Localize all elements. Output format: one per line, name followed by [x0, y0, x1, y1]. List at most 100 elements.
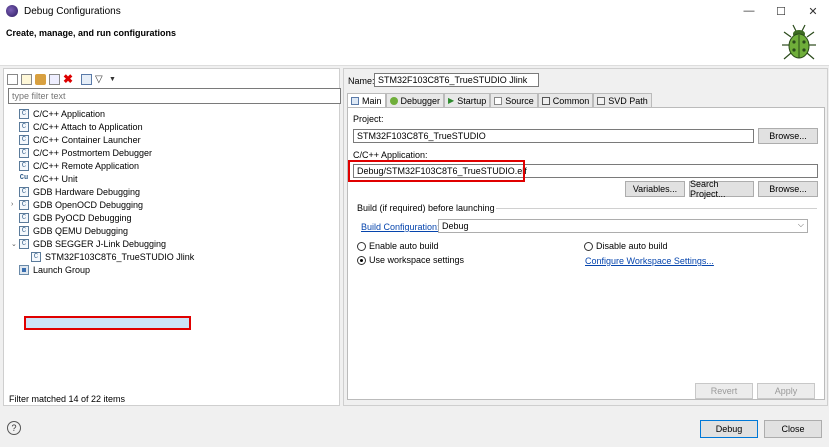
bug-icon: [389, 96, 398, 105]
chevron-right-icon[interactable]: ›: [11, 201, 19, 208]
radio-label: Disable auto build: [596, 241, 668, 251]
launch-group-icon: [19, 264, 29, 275]
tree-item-label: GDB OpenOCD Debugging: [33, 199, 144, 210]
tree-item-remote-application[interactable]: C C/C++ Remote Application: [19, 159, 139, 172]
filter-status-text: Filter matched 14 of 22 items: [9, 394, 126, 404]
name-label: Name:: [348, 76, 375, 86]
tab-source[interactable]: Source: [490, 93, 538, 107]
svd-icon: [597, 96, 606, 105]
disable-auto-build-radio[interactable]: Disable auto build: [584, 241, 668, 251]
browse-application-button[interactable]: Browse...: [758, 181, 818, 197]
tab-debugger[interactable]: Debugger: [385, 93, 445, 107]
tree-item-label: GDB SEGGER J-Link Debugging: [33, 238, 167, 249]
search-project-button[interactable]: Search Project...: [689, 179, 754, 199]
tree-item-postmortem-debugger[interactable]: C C/C++ Postmortem Debugger: [19, 146, 152, 159]
debug-button[interactable]: Debug: [700, 420, 758, 438]
config-tabs: Main Debugger ▶ Startup Source Common SV…: [347, 93, 652, 107]
tab-main[interactable]: Main: [347, 93, 386, 107]
close-button[interactable]: Close: [764, 420, 822, 438]
source-icon: [494, 96, 503, 105]
filter-input[interactable]: [8, 88, 341, 104]
project-label: Project:: [353, 114, 384, 124]
configuration-editor-panel: Name: STM32F103C8T6_TrueSTUDIO Jlink Mai…: [343, 68, 828, 406]
dialog-header: Create, manage, and run configurations: [0, 22, 829, 66]
common-icon: [541, 96, 550, 105]
tree-item-gdb-qemu-debugging[interactable]: C GDB QEMU Debugging: [19, 224, 128, 237]
maximize-button[interactable]: ☐: [765, 0, 797, 22]
use-workspace-settings-radio[interactable]: Use workspace settings: [357, 255, 464, 265]
radio-button-off: [584, 241, 593, 251]
c-icon: C: [19, 160, 29, 171]
chevron-down-icon[interactable]: ⌄: [11, 240, 19, 248]
header-title: Create, manage, and run configurations: [6, 28, 177, 38]
revert-button[interactable]: Revert: [695, 383, 753, 399]
name-field[interactable]: STM32F103C8T6_TrueSTUDIO Jlink: [374, 73, 539, 87]
tree-item-label: GDB PyOCD Debugging: [33, 212, 132, 223]
radio-button-on: [357, 255, 366, 265]
tree-item-launch-group[interactable]: Launch Group: [19, 263, 90, 276]
debug-bug-icon: [782, 24, 816, 60]
tree-item-gdb-openocd-debugging[interactable]: › C GDB OpenOCD Debugging: [11, 198, 143, 211]
project-field[interactable]: STM32F103C8T6_TrueSTUDIO: [353, 129, 754, 143]
tab-label: Source: [505, 95, 534, 106]
tree-item-gdb-hardware-debugging[interactable]: C GDB Hardware Debugging: [19, 185, 140, 198]
tree-item-c-application[interactable]: C C/C++ Application: [19, 107, 105, 120]
tree-item-c-unit[interactable]: Cu C/C++ Unit: [19, 172, 78, 185]
tree-item-label: C/C++ Remote Application: [33, 160, 140, 171]
tab-startup[interactable]: ▶ Startup: [444, 93, 491, 107]
tab-label: Common: [552, 95, 590, 106]
c-icon: C: [19, 212, 29, 223]
new-configuration-icon[interactable]: [7, 73, 18, 85]
tree-item-stm32-jlink-config[interactable]: C STM32F103C8T6_TrueSTUDIO Jlink: [31, 250, 194, 263]
chevron-down-icon: ⌵: [797, 220, 804, 229]
main-tab-content: Project: STM32F103C8T6_TrueSTUDIO Browse…: [347, 107, 825, 400]
tree-item-gdb-pyocd-debugging[interactable]: C GDB PyOCD Debugging: [19, 211, 132, 224]
tab-svd-path[interactable]: SVD Path: [593, 93, 652, 107]
variables-button[interactable]: Variables...: [625, 181, 685, 197]
build-configuration-link[interactable]: Build Configuration:: [361, 222, 440, 232]
cu-icon: Cu: [19, 173, 29, 182]
c-icon: C: [19, 134, 29, 145]
collapse-all-icon[interactable]: [81, 73, 92, 85]
close-window-button[interactable]: ✕: [797, 0, 829, 22]
export-icon[interactable]: [35, 73, 46, 85]
build-configuration-select[interactable]: Debug ⌵: [438, 219, 808, 233]
help-icon[interactable]: ?: [7, 421, 21, 435]
enable-auto-build-radio[interactable]: Enable auto build: [357, 241, 439, 251]
application-highlight-box: [348, 160, 525, 182]
view-menu-chevron-down-icon[interactable]: ▼: [109, 74, 120, 85]
tree-item-container-launcher[interactable]: C C/C++ Container Launcher: [19, 133, 141, 146]
tree-item-attach-to-application[interactable]: C C/C++ Attach to Application: [19, 120, 143, 133]
tree-item-label: C/C++ Postmortem Debugger: [33, 147, 153, 158]
c-icon: C: [19, 238, 29, 249]
tree-toolbar: ✖ ▽ ▼: [7, 72, 120, 86]
tree-item-label: C/C++ Unit: [33, 173, 78, 184]
tree-item-label: GDB QEMU Debugging: [33, 225, 129, 236]
minimize-button[interactable]: —: [733, 0, 765, 22]
tab-common[interactable]: Common: [537, 93, 594, 107]
selected-config-highlight-box: [24, 316, 191, 330]
play-icon: ▶: [448, 96, 455, 105]
application-label: C/C++ Application:: [353, 150, 428, 160]
tree-item-label: C/C++ Application: [33, 108, 106, 119]
c-icon: C: [19, 147, 29, 158]
browse-project-button[interactable]: Browse...: [758, 128, 818, 144]
tree-item-label: GDB Hardware Debugging: [33, 186, 141, 197]
c-icon: C: [19, 199, 29, 210]
tree-item-gdb-segger-jlink-debugging[interactable]: ⌄ C GDB SEGGER J-Link Debugging: [11, 237, 166, 250]
radio-label: Use workspace settings: [369, 255, 465, 265]
tree-item-label: C/C++ Container Launcher: [33, 134, 141, 145]
main-tab-icon: [351, 96, 359, 105]
build-configuration-value: Debug: [442, 221, 469, 231]
filter-icon[interactable]: ▽: [95, 74, 106, 85]
c-icon: C: [19, 225, 29, 236]
configure-workspace-settings-link[interactable]: Configure Workspace Settings...: [585, 256, 714, 266]
apply-button[interactable]: Apply: [757, 383, 815, 399]
configuration-tree-panel: ✖ ▽ ▼ C C/C++ Application C C/C++ Attach…: [3, 68, 341, 406]
duplicate-icon[interactable]: [49, 73, 60, 85]
delete-icon[interactable]: ✖: [63, 73, 74, 85]
new-prototype-icon[interactable]: [21, 73, 32, 85]
radio-button-off: [357, 241, 366, 251]
c-icon: C: [31, 251, 41, 262]
c-icon: C: [19, 108, 29, 119]
